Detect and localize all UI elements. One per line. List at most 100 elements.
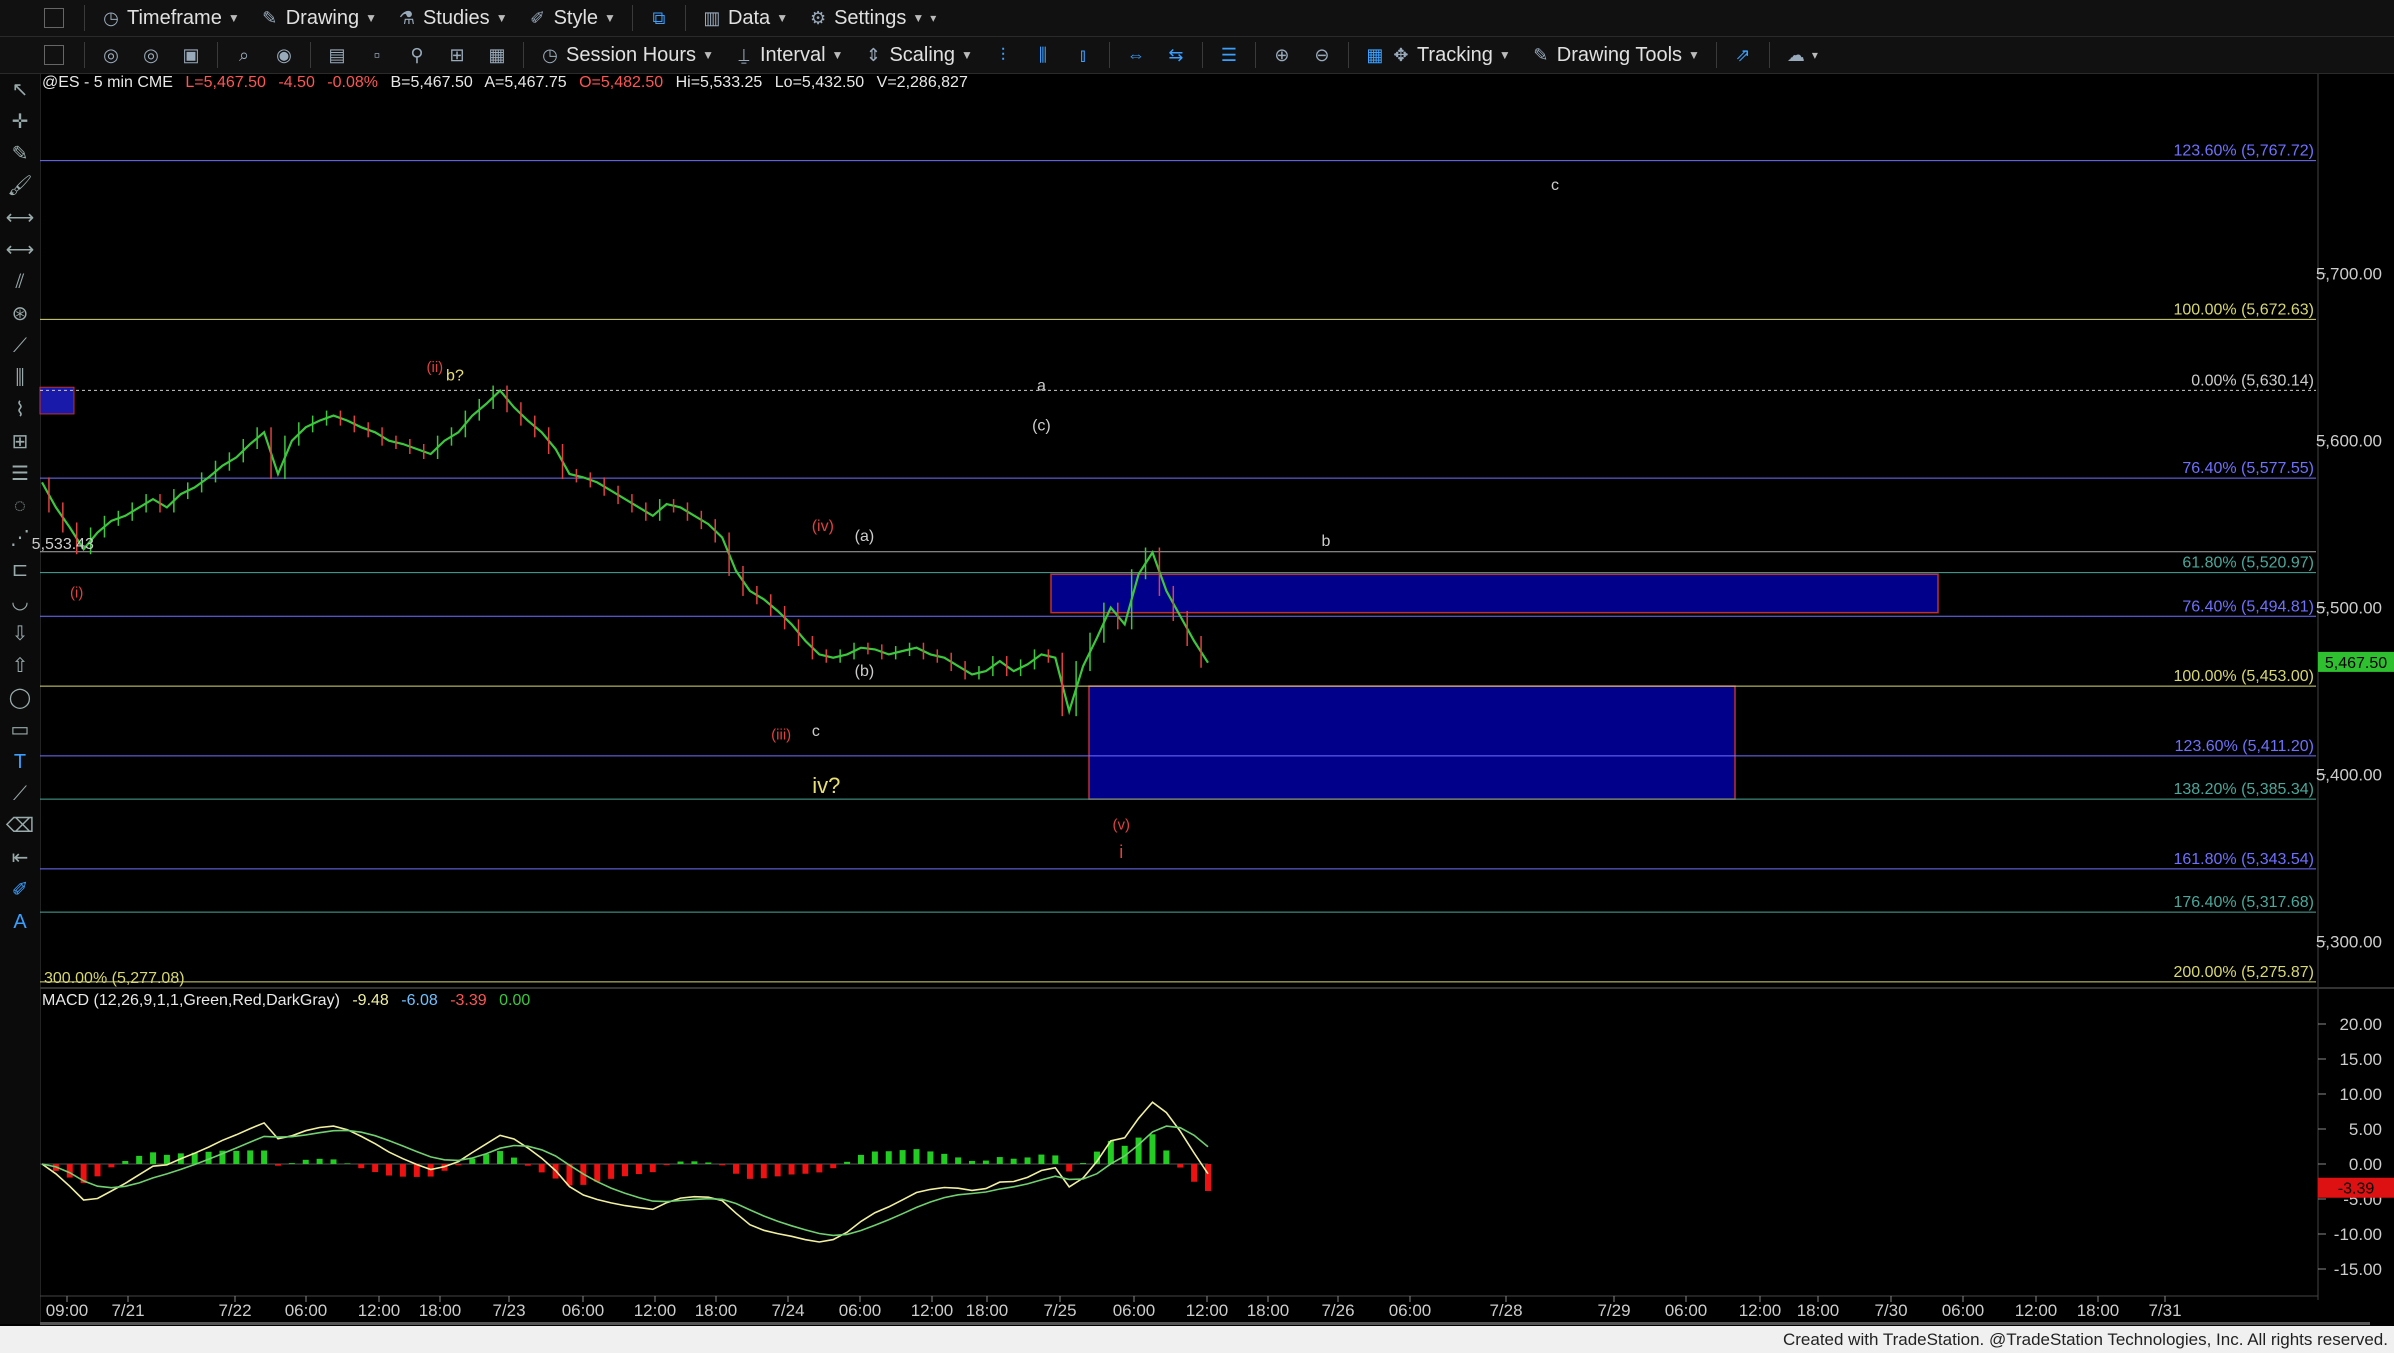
macd-histogram-bar bbox=[483, 1154, 490, 1164]
fib-label: 0.00% (5,630.14) bbox=[2191, 372, 2314, 389]
macd-current-label: -3.39 bbox=[2338, 1181, 2375, 1198]
price-series bbox=[41, 385, 1209, 717]
x-tick-label: 06:00 bbox=[562, 1301, 605, 1320]
macd-histogram-bar bbox=[774, 1164, 781, 1177]
x-tick-label: 06:00 bbox=[1942, 1301, 1985, 1320]
macd-tick-label: 0.00 bbox=[2349, 1155, 2382, 1174]
macd-histogram-bar bbox=[1024, 1157, 1031, 1164]
x-tick-label: 7/23 bbox=[492, 1301, 525, 1320]
macd-histogram-bar bbox=[1038, 1154, 1045, 1164]
macd-histogram-bar bbox=[788, 1164, 795, 1175]
fib-label: 161.80% (5,343.54) bbox=[2173, 851, 2314, 868]
price-line bbox=[41, 388, 1209, 716]
time-axis: 09:00 7/21 7/22 06:00 12:00 18:00 7/23 06:00 12:… bbox=[40, 1295, 2318, 1320]
macd-histogram-bar bbox=[982, 1160, 989, 1164]
macd-tick-label: 5.00 bbox=[2349, 1120, 2382, 1139]
macd-histogram-bar bbox=[663, 1164, 670, 1166]
macd-histogram-bar bbox=[622, 1164, 628, 1177]
x-tick-label: 7/31 bbox=[2148, 1301, 2181, 1320]
macd-histogram-bar bbox=[94, 1164, 101, 1177]
macd-histogram-bar bbox=[1149, 1134, 1156, 1164]
macd-histogram-bar bbox=[608, 1164, 615, 1179]
macd-histogram-bar bbox=[871, 1151, 878, 1164]
fib-levels: 123.60% (5,767.72) 100.00% (5,672.63) 0.00… bbox=[40, 143, 2316, 987]
status-bar: Created with TradeStation. @TradeStation… bbox=[0, 1326, 2394, 1353]
x-tick-label: 7/28 bbox=[1489, 1301, 1522, 1320]
macd-histogram-bar bbox=[330, 1159, 337, 1164]
macd-histogram-bar bbox=[469, 1158, 476, 1164]
wave-label: a bbox=[1037, 378, 1046, 395]
macd-histogram-bar bbox=[233, 1150, 240, 1164]
macd-histogram-bar bbox=[857, 1154, 864, 1164]
fib-label: 100.00% (5,453.00) bbox=[2173, 668, 2314, 685]
y-tick-label: 5,500.00 bbox=[2316, 599, 2382, 618]
macd-histogram-bar bbox=[316, 1158, 323, 1164]
x-tick-label: 7/29 bbox=[1597, 1301, 1630, 1320]
wave-label: (iv) bbox=[812, 518, 834, 535]
macd-histogram-bar bbox=[1163, 1150, 1170, 1164]
fib-label: 76.40% (5,577.55) bbox=[2182, 460, 2314, 477]
wave-label: (iii) bbox=[771, 727, 791, 744]
macd-histogram-bar bbox=[163, 1154, 170, 1164]
wave-label: c bbox=[1551, 177, 1559, 194]
macd-histogram-bar bbox=[649, 1164, 656, 1173]
macd-histogram-bar bbox=[885, 1151, 892, 1164]
macd-pane: 20.0015.0010.005.000.00-5.00-10.00-15.00… bbox=[40, 1015, 2394, 1279]
x-tick-label: 12:00 bbox=[634, 1301, 677, 1320]
macd-histogram-bar bbox=[733, 1164, 740, 1174]
macd-histogram-bar bbox=[746, 1164, 753, 1179]
macd-histogram-bar bbox=[524, 1164, 531, 1166]
macd-histogram-bar bbox=[1191, 1164, 1198, 1182]
macd-tick-label: 20.00 bbox=[2339, 1015, 2382, 1034]
macd-histogram-bar bbox=[996, 1157, 1003, 1164]
macd-histogram-bar bbox=[344, 1163, 351, 1164]
macd-histogram-bar bbox=[108, 1164, 115, 1168]
macd-histogram-bar bbox=[399, 1164, 406, 1177]
upper-target-box bbox=[1050, 573, 1939, 614]
macd-histogram-bar bbox=[372, 1164, 379, 1173]
macd-info-bar: MACD (12,26,9,1,1,Green,Red,DarkGray) -9… bbox=[42, 992, 538, 1010]
x-tick-label: 18:00 bbox=[2077, 1301, 2120, 1320]
macd-tick-label: -10.00 bbox=[2334, 1225, 2382, 1244]
x-tick-label: 18:00 bbox=[695, 1301, 738, 1320]
macd-histogram-bar bbox=[705, 1162, 712, 1164]
x-tick-label: 7/22 bbox=[218, 1301, 251, 1320]
fib-label: 76.40% (5,494.81) bbox=[2182, 598, 2314, 615]
macd-histogram-bar bbox=[927, 1151, 934, 1164]
x-tick-label: 06:00 bbox=[285, 1301, 328, 1320]
macd-histogram-bar bbox=[1052, 1155, 1059, 1164]
left-target-box bbox=[39, 386, 75, 415]
x-tick-label: 18:00 bbox=[1247, 1301, 1290, 1320]
macd-histogram-bar bbox=[1205, 1164, 1211, 1191]
fib-label: 123.60% (5,767.72) bbox=[2173, 143, 2314, 160]
macd-zero-value: 0.00 bbox=[499, 992, 531, 1009]
x-tick-label: 06:00 bbox=[1665, 1301, 1708, 1320]
wave-label: c bbox=[812, 723, 820, 740]
price-chart[interactable]: 123.60% (5,767.72) 100.00% (5,672.63) 0.00… bbox=[0, 0, 2394, 1353]
macd-histogram-bar bbox=[816, 1164, 823, 1173]
target-boxes bbox=[39, 386, 1939, 800]
price-axis: 5,700.00 5,600.00 5,500.00 5,400.00 5,300.00… bbox=[2316, 265, 2394, 952]
macd-histogram-bar bbox=[955, 1157, 962, 1164]
y-tick-label: 5,700.00 bbox=[2316, 265, 2382, 284]
x-tick-label: 18:00 bbox=[419, 1301, 462, 1320]
macd-histogram-bar bbox=[274, 1164, 281, 1166]
fib-label: 300.00% (5,277.08) bbox=[44, 970, 185, 987]
macd-histogram-bar bbox=[122, 1160, 129, 1164]
wave-label: (ii) bbox=[427, 359, 444, 376]
wave-label: b bbox=[1322, 533, 1331, 550]
horizontal-scrollbar[interactable] bbox=[40, 1322, 2370, 1325]
macd-histogram-bar bbox=[538, 1164, 545, 1173]
macd-histogram-bar bbox=[510, 1157, 517, 1164]
macd-histogram-bar bbox=[677, 1161, 684, 1164]
y-tick-label: 5,300.00 bbox=[2316, 933, 2382, 952]
macd-tick-label: 15.00 bbox=[2339, 1050, 2382, 1069]
x-tick-label: 09:00 bbox=[46, 1301, 89, 1320]
wave-label: b? bbox=[446, 368, 464, 385]
macd-histogram-bar bbox=[455, 1164, 462, 1166]
macd-histogram-bar bbox=[1080, 1163, 1087, 1164]
macd-histogram-bar bbox=[1066, 1164, 1073, 1172]
x-tick-label: 12:00 bbox=[1739, 1301, 1782, 1320]
macd-histogram-bar bbox=[1135, 1137, 1142, 1164]
last-price-label: 5,467.50 bbox=[2325, 655, 2387, 672]
